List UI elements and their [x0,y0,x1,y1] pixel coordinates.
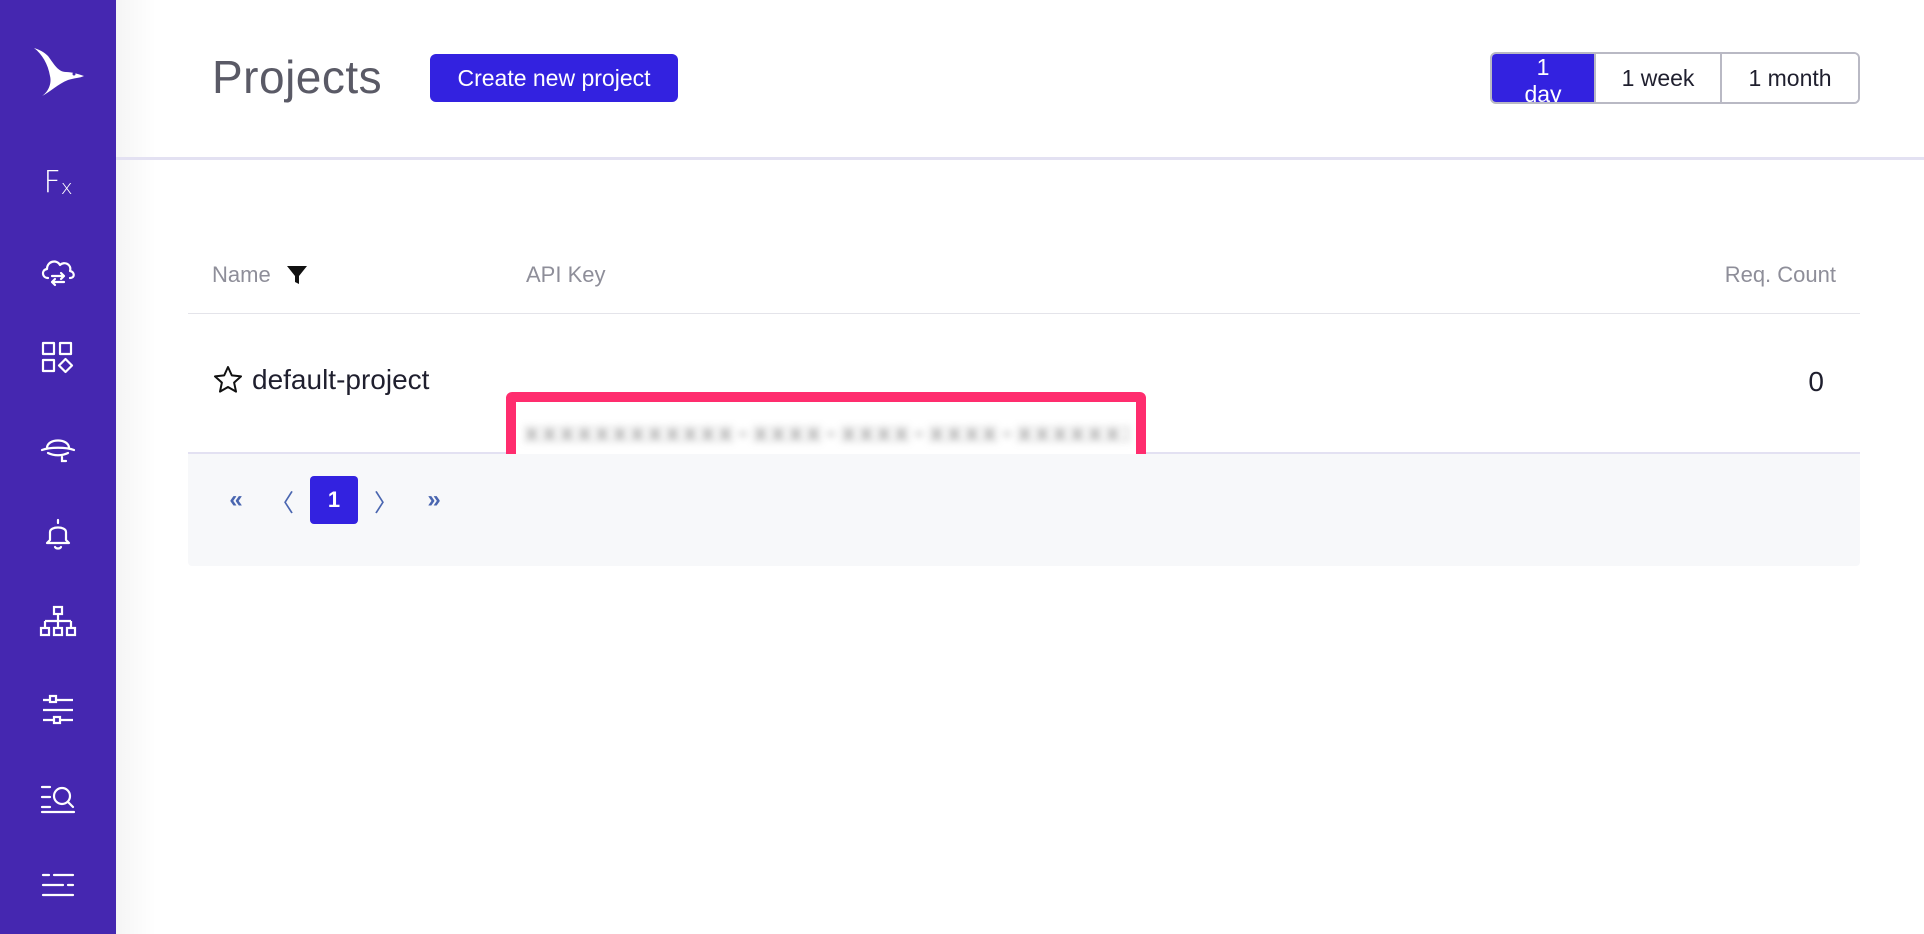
star-icon[interactable] [212,364,244,396]
range-1-day-button[interactable]: 1 day [1492,54,1594,102]
page-header: Projects Create new project 1 day 1 week… [116,0,1924,160]
create-new-project-button[interactable]: Create new project [430,54,678,102]
sidebar-item-dashboard[interactable] [28,328,88,388]
column-header-req-count: Req. Count [1724,262,1836,287]
sitemap-icon [39,605,77,637]
filter-icon[interactable] [285,263,309,287]
column-header-name: Name [212,262,309,288]
sidebar-item-functions[interactable]: Fx [28,152,88,212]
sidebar-item-alerts[interactable] [28,504,88,564]
last-page-button[interactable]: » [422,476,446,524]
column-header-api-key: API Key [526,262,606,287]
cloud-sync-icon [41,260,75,287]
prev-page-button[interactable]: 〈 [270,476,294,524]
range-1-week-button[interactable]: 1 week [1594,54,1720,102]
bird-logo-icon[interactable] [28,40,88,100]
bell-icon [45,518,71,550]
sidebar-item-menu[interactable] [28,856,88,916]
column-name-label: Name [212,262,271,287]
table-header: Name API Key Req. Count [188,240,1860,314]
fx-icon: Fx [43,164,73,200]
first-page-button[interactable]: « [224,476,248,524]
sidebar-item-cloud-sync[interactable] [28,240,88,300]
sidebar-item-incognito[interactable] [28,416,88,476]
sidebar-item-logs[interactable] [28,768,88,828]
grid-shapes-icon [41,341,74,374]
sliders-icon [43,694,73,725]
project-name-link[interactable]: default-project [252,364,429,396]
hat-icon [40,439,76,463]
sidebar: Fx [0,0,116,934]
table-row: default-project xxxxxxxxxxxx-xxxx-xxxx-x… [188,314,1860,476]
req-count-value: 0 [1808,366,1824,397]
project-name-cell: default-project [212,364,429,396]
range-1-month-button[interactable]: 1 month [1720,54,1858,102]
list-search-icon [40,785,76,814]
sidebar-item-hierarchy[interactable] [28,592,88,652]
sidebar-item-settings[interactable] [28,680,88,740]
current-page-button[interactable]: 1 [310,476,358,524]
projects-table: Name API Key Req. Count default-project … [188,240,1860,566]
pagination: « 〈 1 〉 » [188,454,1860,566]
page-title: Projects [212,51,383,103]
api-key-value[interactable]: xxxxxxxxxxxx-xxxx-xxxx-xxxx-xxxxxxxxxxxx [524,419,1128,449]
next-page-button[interactable]: 〉 [374,476,398,524]
menu-lines-icon [41,873,75,897]
time-range-selector: 1 day 1 week 1 month [1490,52,1860,104]
